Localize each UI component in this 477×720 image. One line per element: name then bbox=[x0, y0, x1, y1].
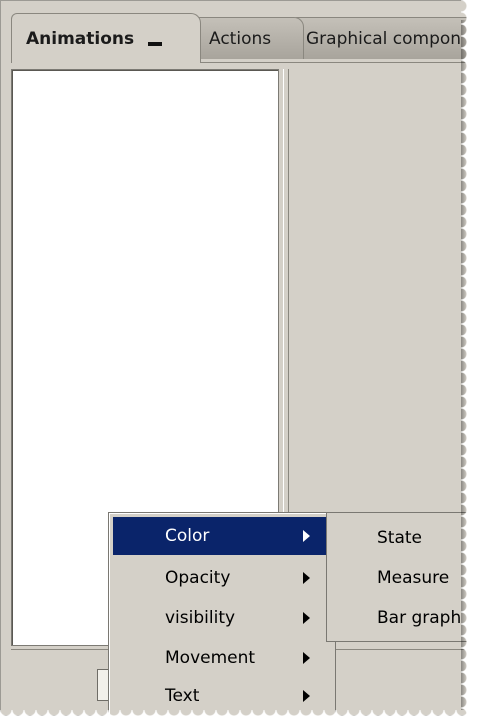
tab-actions[interactable]: Actions bbox=[194, 17, 304, 59]
tab-label: Animations bbox=[26, 28, 135, 49]
submenu-item-bar-graph[interactable]: Bar graph bbox=[327, 599, 477, 637]
submenu-item-label: Measure bbox=[377, 568, 450, 588]
submenu-arrow-icon bbox=[303, 530, 310, 542]
submenu-arrow-icon bbox=[303, 612, 310, 624]
minimize-icon[interactable] bbox=[148, 41, 163, 46]
color-submenu: State Measure Bar graph bbox=[326, 512, 477, 642]
tab-animations[interactable]: Animations bbox=[11, 13, 201, 63]
menu-item-label: Text bbox=[165, 686, 200, 706]
add-animation-context-menu: Color Opacity visibility Movement Text bbox=[108, 512, 336, 718]
submenu-arrow-icon bbox=[303, 690, 310, 702]
tab-graphical-components[interactable]: Graphical compon bbox=[291, 17, 469, 59]
menu-item-label: Color bbox=[165, 526, 210, 546]
menu-item-label: Movement bbox=[165, 648, 256, 668]
menu-item-opacity[interactable]: Opacity bbox=[113, 559, 331, 597]
submenu-item-state[interactable]: State bbox=[327, 519, 477, 557]
menu-item-label: Opacity bbox=[165, 568, 231, 588]
torn-edge-right bbox=[461, 0, 477, 716]
torn-edge-bottom bbox=[0, 710, 477, 720]
submenu-arrow-icon bbox=[303, 572, 310, 584]
tab-label: Graphical compon bbox=[306, 28, 462, 49]
submenu-item-measure[interactable]: Measure bbox=[327, 559, 477, 597]
tab-strip: Graphical compon Actions Animations bbox=[1, 1, 469, 63]
menu-item-movement[interactable]: Movement bbox=[113, 639, 331, 677]
submenu-item-label: State bbox=[377, 528, 422, 548]
menu-item-color[interactable]: Color bbox=[113, 517, 331, 555]
tab-label: Actions bbox=[209, 28, 272, 49]
menu-item-label: visibility bbox=[165, 608, 236, 628]
submenu-item-label: Bar graph bbox=[377, 608, 462, 628]
menu-item-visibility[interactable]: visibility bbox=[113, 599, 331, 637]
submenu-arrow-icon bbox=[303, 652, 310, 664]
